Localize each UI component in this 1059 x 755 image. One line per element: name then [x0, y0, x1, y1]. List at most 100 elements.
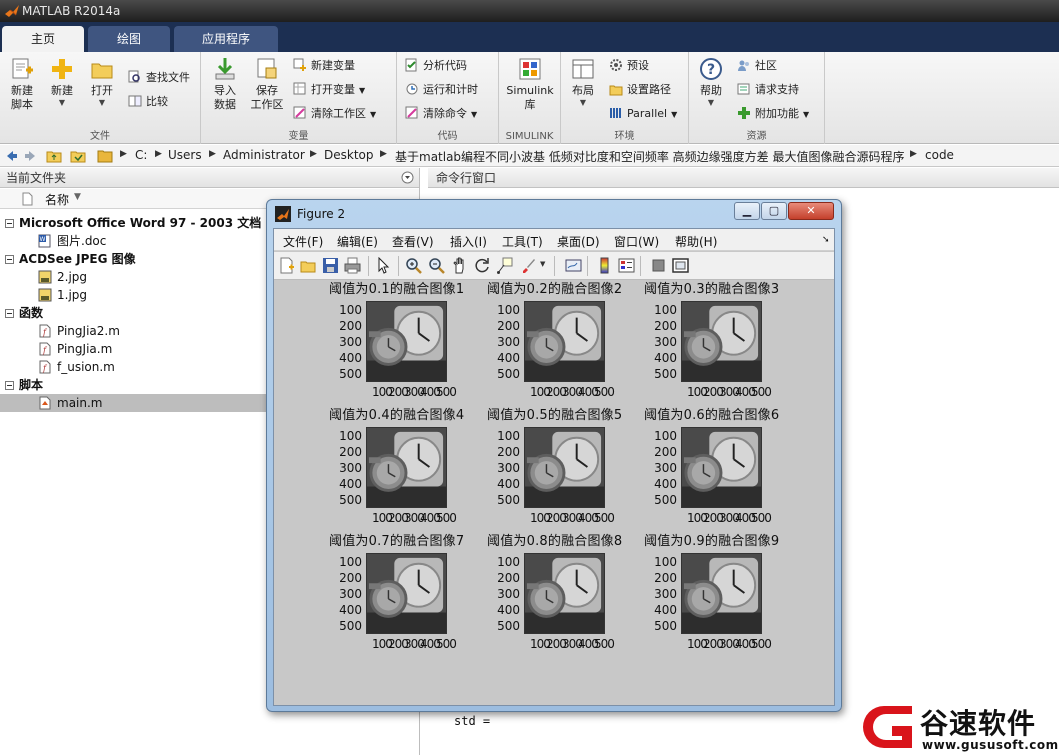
y-tick-label: 400	[339, 477, 362, 491]
svg-text:W: W	[40, 236, 46, 243]
breadcrumb-project-folder[interactable]: 基于matlab编程不同小波基 低频对比度和空间频率 高频边缘强度方差 最大值图…	[395, 148, 905, 165]
function-icon: f	[39, 324, 51, 338]
hide-plot-tools-icon[interactable]	[650, 257, 667, 274]
community-button[interactable]: 社区	[737, 57, 777, 75]
show-plot-tools-icon[interactable]	[672, 257, 689, 274]
subplot-title: 阈值为0.2的融合图像2	[487, 282, 623, 297]
panel-menu-icon[interactable]	[401, 171, 414, 184]
collapse-icon[interactable]	[5, 255, 14, 264]
menu-tools[interactable]: 工具(T)	[502, 233, 543, 250]
file-type-column-icon[interactable]	[22, 192, 33, 206]
link-plot-icon[interactable]	[565, 257, 582, 274]
forward-arrow-icon[interactable]	[23, 148, 39, 164]
tab-plots[interactable]: 绘图	[88, 26, 170, 52]
figure-canvas[interactable]: 阈值为0.1的融合图像1 100 200 300 400 500 100 200 300 400 5…	[274, 281, 834, 705]
new-button[interactable]: 新建 ▼	[44, 56, 80, 108]
collapse-icon[interactable]	[5, 219, 14, 228]
y-tick-label: 300	[339, 461, 362, 475]
save-icon[interactable]	[322, 257, 339, 274]
open-button[interactable]: 打开 ▼	[84, 56, 120, 108]
tab-home[interactable]: 主页	[2, 26, 84, 52]
path-separator-icon: ▶	[310, 149, 317, 159]
menu-file[interactable]: 文件(F)	[283, 233, 323, 250]
set-path-button[interactable]: 设置路径	[609, 81, 671, 99]
toolbar-divider	[368, 256, 369, 276]
clear-workspace-button[interactable]: 清除工作区 ▼	[293, 105, 376, 123]
y-tick-label: 400	[339, 603, 362, 617]
parallel-button[interactable]: Parallel ▼	[609, 105, 677, 123]
y-tick-label: 400	[497, 351, 520, 365]
watermark-logo: 谷速软件 www.gususoft.com	[862, 698, 1059, 755]
menu-view[interactable]: 查看(V)	[392, 233, 434, 250]
new-figure-icon[interactable]	[278, 257, 295, 274]
new-variable-button[interactable]: 新建变量	[293, 57, 355, 75]
menu-help[interactable]: 帮助(H)	[675, 233, 717, 250]
matlab-figure-icon	[275, 206, 291, 222]
breadcrumb-administrator[interactable]: Administrator	[223, 148, 305, 162]
pan-icon[interactable]	[451, 257, 468, 274]
compare-button[interactable]: 比较	[128, 93, 168, 111]
help-button[interactable]: ? 帮助 ▼	[693, 56, 729, 108]
layout-label: 布局	[572, 84, 594, 97]
y-tick-label: 200	[654, 571, 677, 585]
collapse-icon[interactable]	[5, 309, 14, 318]
function-icon: f	[39, 342, 51, 356]
up-folder-icon[interactable]	[46, 148, 62, 164]
request-support-button[interactable]: 请求支持	[737, 81, 799, 99]
save-workspace-button[interactable]: 保存 工作区	[247, 56, 287, 112]
add-ons-button[interactable]: 附加功能 ▼	[737, 105, 809, 123]
figure-title-bar[interactable]: Figure 2 ▁ ▢ ✕	[267, 200, 841, 228]
colorbar-icon[interactable]	[596, 257, 613, 274]
clear-commands-button[interactable]: 清除命令 ▼	[405, 105, 477, 123]
y-tick-label: 400	[654, 477, 677, 491]
brush-dropdown-icon[interactable]: ▼	[540, 260, 545, 268]
figure-window[interactable]: Figure 2 ▁ ▢ ✕ 文件(F) 编辑(E) 查看(V) 插入(I) 工…	[266, 199, 842, 712]
close-button[interactable]: ✕	[788, 202, 834, 220]
request-support-label: 请求支持	[755, 83, 799, 96]
open-label: 打开	[91, 84, 113, 97]
y-tick-label: 500	[339, 619, 362, 633]
menu-desktop[interactable]: 桌面(D)	[557, 233, 600, 250]
rotate-icon[interactable]	[474, 257, 491, 274]
menu-edit[interactable]: 编辑(E)	[337, 233, 378, 250]
folder-icon	[97, 150, 113, 163]
ribbon-toolbar: 新建 脚本 新建 ▼ 打开 ▼ 查找文件 比较 文件 导入 数据 保存 工作区	[0, 52, 1059, 144]
layout-button[interactable]: 布局 ▼	[565, 56, 601, 108]
open-file-icon[interactable]	[300, 257, 317, 274]
legend-icon[interactable]	[618, 257, 635, 274]
brush-icon[interactable]	[520, 257, 537, 274]
sort-arrow-icon[interactable]: ▼	[74, 192, 81, 202]
import-data-button[interactable]: 导入 数据	[205, 56, 245, 112]
simulink-library-button[interactable]: Simulink 库	[505, 56, 555, 112]
dock-arrow-icon[interactable]: ➘	[822, 235, 830, 245]
preferences-button[interactable]: 预设	[609, 57, 649, 75]
pointer-icon[interactable]	[375, 257, 392, 274]
y-tick-label: 400	[654, 603, 677, 617]
menu-window[interactable]: 窗口(W)	[614, 233, 659, 250]
y-tick-label: 300	[654, 587, 677, 601]
tab-apps[interactable]: 应用程序	[174, 26, 278, 52]
menu-insert[interactable]: 插入(I)	[450, 233, 487, 250]
maximize-button[interactable]: ▢	[761, 202, 787, 220]
zoom-out-icon[interactable]	[428, 257, 445, 274]
zoom-in-icon[interactable]	[405, 257, 422, 274]
breadcrumb-drive[interactable]: C:	[135, 148, 147, 162]
minimize-button[interactable]: ▁	[734, 202, 760, 220]
open-variable-button[interactable]: 打开变量 ▼	[293, 81, 365, 99]
breadcrumb-users[interactable]: Users	[168, 148, 202, 162]
y-tick-label: 100	[497, 429, 520, 443]
breadcrumb-desktop[interactable]: Desktop	[324, 148, 374, 162]
column-name[interactable]: 名称	[45, 191, 69, 208]
print-icon[interactable]	[344, 257, 361, 274]
browse-folder-icon[interactable]	[70, 148, 86, 164]
find-files-button[interactable]: 查找文件	[128, 69, 190, 87]
collapse-icon[interactable]	[5, 381, 14, 390]
run-and-time-button[interactable]: 运行和计时	[405, 81, 478, 99]
analyze-code-button[interactable]: 分析代码	[405, 57, 467, 75]
back-arrow-icon[interactable]	[3, 148, 19, 164]
breadcrumb-code[interactable]: code	[925, 148, 954, 162]
new-script-button[interactable]: 新建 脚本	[4, 56, 40, 112]
data-cursor-icon[interactable]	[496, 257, 513, 274]
y-tick-label: 100	[654, 555, 677, 569]
open-variable-icon	[293, 82, 306, 95]
